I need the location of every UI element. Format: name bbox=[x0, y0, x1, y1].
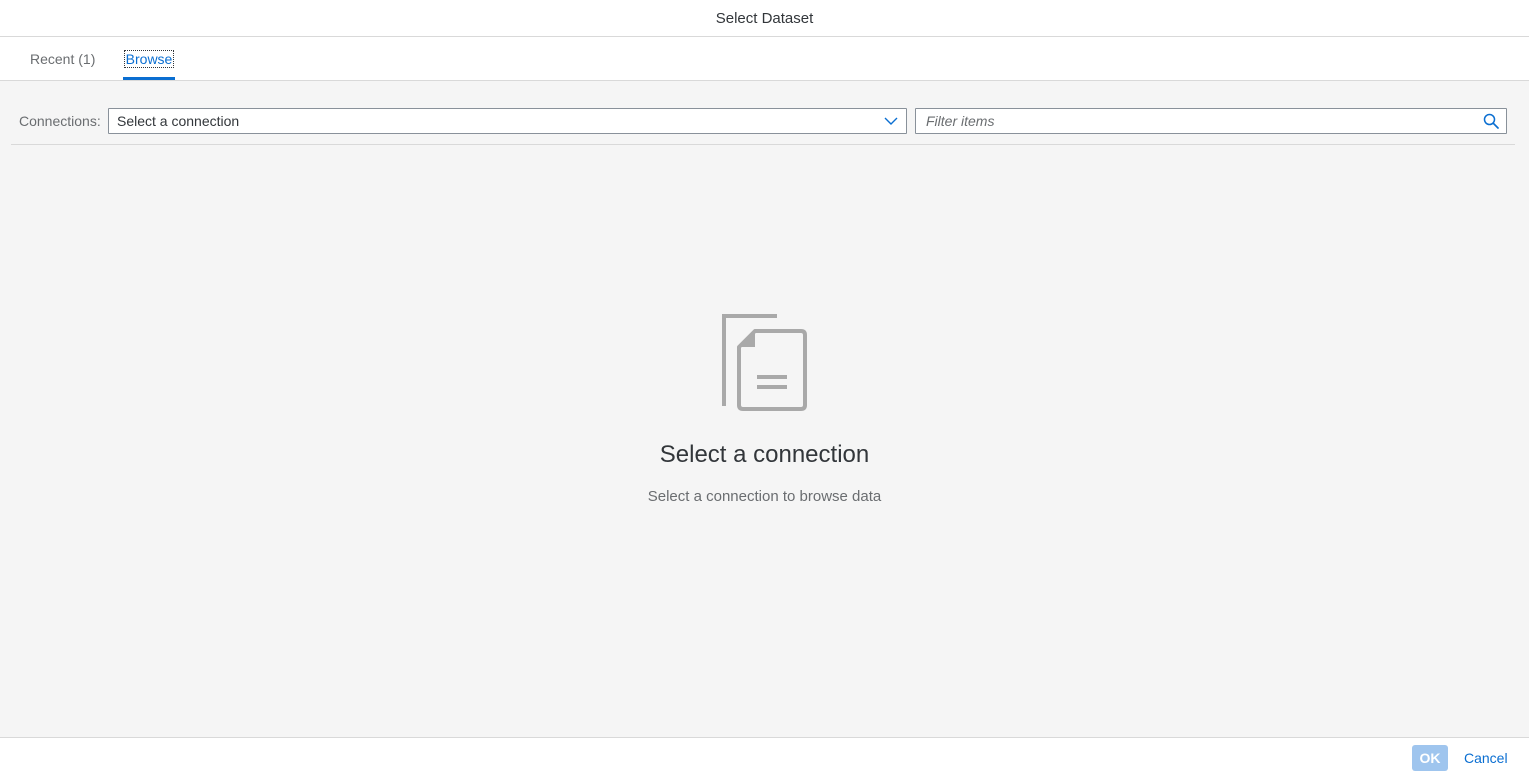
search-icon[interactable] bbox=[1482, 112, 1500, 130]
tab-recent[interactable]: Recent (1) bbox=[30, 37, 95, 80]
connection-select[interactable]: Select a connection bbox=[108, 108, 907, 134]
filter-field bbox=[915, 108, 1507, 134]
connection-select-value: Select a connection bbox=[117, 113, 240, 129]
tab-browse[interactable]: Browse bbox=[123, 37, 175, 80]
empty-state-description: Select a connection to browse data bbox=[647, 488, 882, 505]
ok-button[interactable]: OK bbox=[1412, 745, 1448, 771]
tab-bar: Recent (1) Browse bbox=[0, 37, 1529, 81]
select-dataset-dialog: Select Dataset Recent (1) Browse Connect… bbox=[0, 0, 1529, 775]
dialog-footer: OK Cancel bbox=[0, 737, 1529, 775]
filter-input[interactable] bbox=[916, 109, 1476, 133]
cancel-button[interactable]: Cancel bbox=[1458, 745, 1514, 771]
tab-browse-label: Browse bbox=[123, 49, 175, 68]
document-icon bbox=[722, 314, 807, 411]
connections-label: Connections: bbox=[19, 113, 101, 129]
browse-toolbar: Connections: Select a connection bbox=[11, 81, 1515, 145]
tab-recent-label: Recent (1) bbox=[30, 50, 96, 67]
dialog-title: Select Dataset bbox=[715, 9, 814, 27]
empty-state-title: Select a connection bbox=[659, 441, 870, 468]
dialog-header: Select Dataset bbox=[0, 0, 1529, 37]
chevron-down-icon bbox=[884, 117, 898, 125]
